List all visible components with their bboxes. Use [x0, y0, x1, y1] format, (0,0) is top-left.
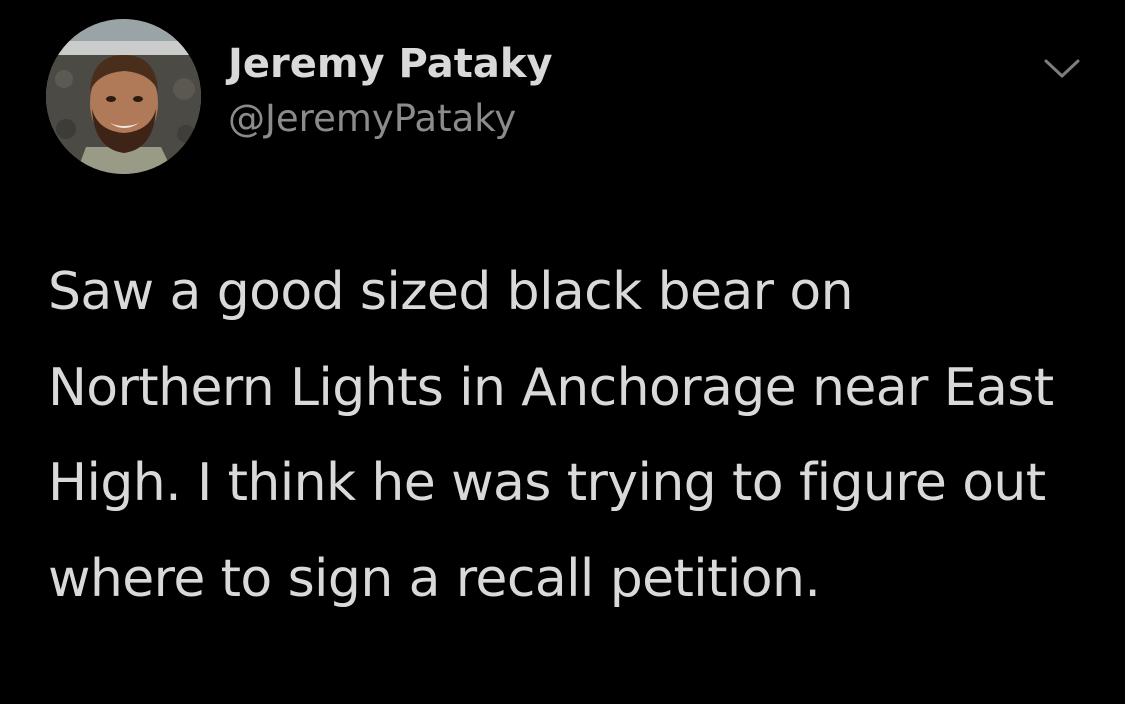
tweet-card: Jeremy Pataky @JeremyPataky Saw a good s…: [0, 0, 1125, 704]
author-handle[interactable]: @JeremyPataky: [228, 97, 516, 140]
profile-photo-avatar: [46, 19, 201, 174]
chevron-down-icon[interactable]: [1040, 54, 1084, 84]
author-display-name[interactable]: Jeremy Pataky: [228, 41, 553, 87]
tweet-text: Saw a good sized black bear on Northern …: [48, 262, 1054, 609]
avatar[interactable]: [46, 19, 201, 174]
